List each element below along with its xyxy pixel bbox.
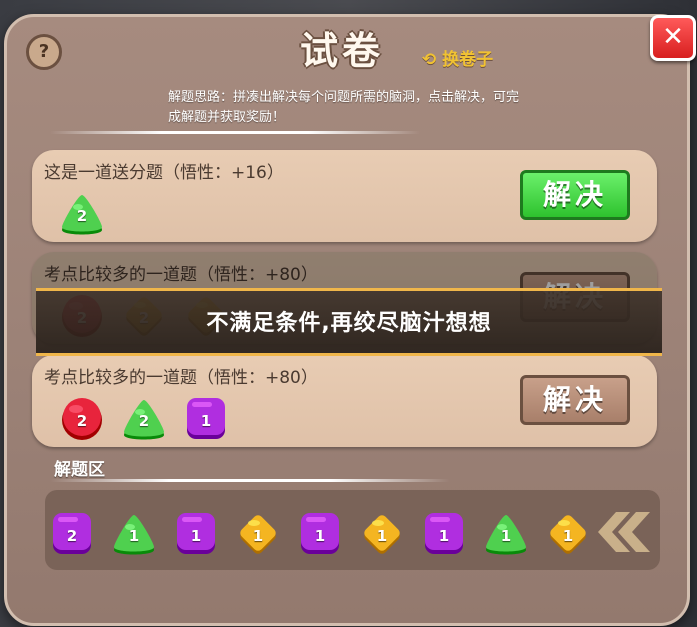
divider [50, 131, 420, 134]
purple-square-gem[interactable]: 1 [296, 509, 344, 557]
help-icon[interactable]: ? [26, 34, 62, 70]
gem-value: 2 [76, 207, 88, 225]
gem-value: 2 [138, 412, 150, 430]
gem-value: 1 [314, 527, 326, 545]
solve-button[interactable]: 解决 [520, 170, 630, 220]
question-text: 这是一道送分题（悟性：+16） [44, 163, 284, 183]
purple-square-gem[interactable]: 1 [182, 394, 230, 442]
purple-square-gem[interactable]: 2 [48, 509, 96, 557]
gem-value: 1 [190, 527, 202, 545]
yellow-diamond-gem[interactable]: 1 [234, 509, 282, 557]
question-text: 考点比较多的一道题（悟性：+80） [44, 368, 318, 388]
green-triangle-gem[interactable]: 1 [110, 509, 158, 557]
toast-text: 不满足条件,再绞尽脑汁想想 [206, 311, 492, 336]
divider [50, 479, 450, 482]
green-triangle-gem[interactable]: 2 [58, 189, 106, 237]
purple-square-gem[interactable]: 1 [420, 509, 468, 557]
gem-value: 1 [200, 412, 212, 430]
gem-value: 1 [376, 527, 388, 545]
solve-button[interactable]: 解决 [520, 375, 630, 425]
green-triangle-gem[interactable]: 2 [120, 394, 168, 442]
gem-value: 1 [562, 527, 574, 545]
close-icon[interactable]: ✕ [650, 15, 696, 61]
purple-square-gem[interactable]: 1 [172, 509, 220, 557]
gem-value: 2 [66, 527, 78, 545]
refresh-icon: ⟲ [422, 50, 443, 70]
solve-area-label: 解题区 [54, 460, 105, 480]
question-card-1: 这是一道送分题（悟性：+16） 解决 2 [32, 150, 657, 242]
yellow-diamond-gem[interactable]: 1 [358, 509, 406, 557]
gem-value: 1 [128, 527, 140, 545]
gem-value: 1 [252, 527, 264, 545]
double-chevron-left-icon[interactable] [590, 508, 654, 556]
gem-value: 2 [76, 412, 88, 430]
hint-text: 解题思路：拼凑出解决每个问题所需的脑洞，点击解决，可完成解题并获取奖励！ [168, 90, 520, 125]
yellow-diamond-gem[interactable]: 1 [544, 509, 592, 557]
toast-message: 不满足条件,再绞尽脑汁想想 [36, 288, 662, 356]
red-circle-gem[interactable]: 2 [58, 394, 106, 442]
switch-paper-label: 换卷子 [442, 50, 494, 70]
question-card-3: 考点比较多的一道题（悟性：+80） 解决 2 2 1 [32, 355, 657, 447]
gem-value: 1 [500, 527, 512, 545]
gem-value: 1 [438, 527, 450, 545]
question-text: 考点比较多的一道题（悟性：+80） [44, 265, 318, 285]
green-triangle-gem[interactable]: 1 [482, 509, 530, 557]
switch-paper-button[interactable]: ⟲ 换卷子 [422, 45, 493, 70]
page-title: 试卷 [299, 29, 384, 73]
